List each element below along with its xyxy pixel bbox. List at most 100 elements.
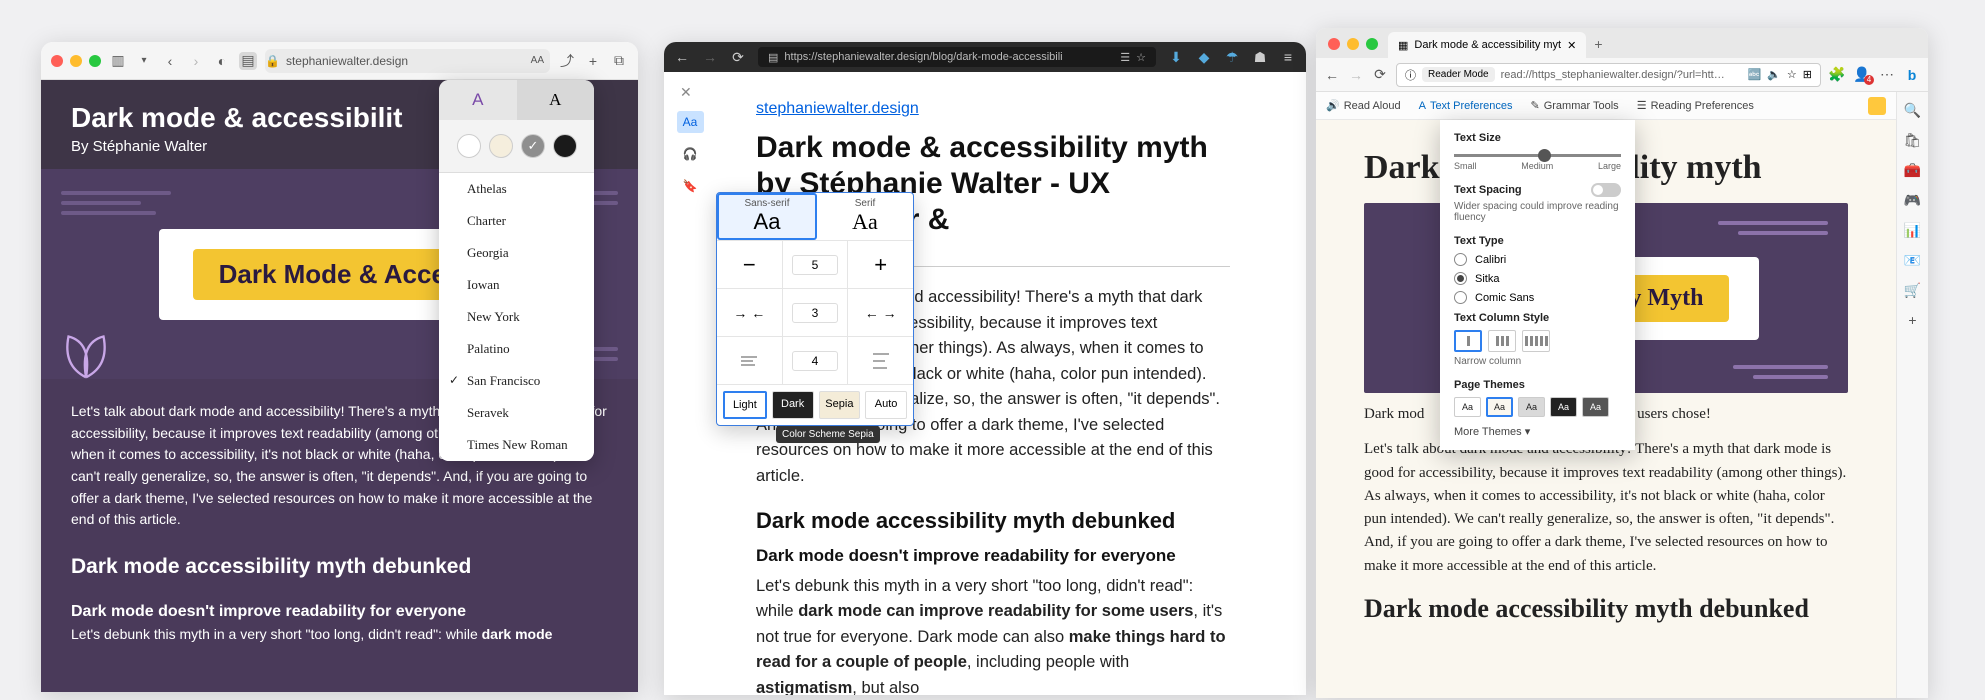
extension-icon[interactable]: ☗ <box>1252 49 1268 65</box>
back-icon[interactable]: ‹ <box>161 52 179 70</box>
menu-icon[interactable]: ≡ <box>1280 49 1296 65</box>
add-icon[interactable]: + <box>1905 312 1921 328</box>
font-radio-calibri[interactable]: Calibri <box>1454 253 1621 266</box>
bg-color-swatch[interactable] <box>489 134 513 158</box>
reader-mode-pill[interactable]: Reader Mode <box>1422 67 1495 82</box>
browser-tab[interactable]: ▦ Dark mode & accessibility myt ✕ <box>1388 32 1586 58</box>
theme-dark-button[interactable]: Dark <box>772 391 814 419</box>
theme-swatch[interactable]: Aa <box>1550 397 1577 417</box>
address-bar[interactable]: ▤ https://stephaniewalter.design/blog/da… <box>758 47 1156 67</box>
looser-button[interactable] <box>848 337 913 384</box>
minimize-icon[interactable] <box>70 55 82 67</box>
theme-swatch[interactable]: Aa <box>1454 397 1481 417</box>
read-aloud-button[interactable]: 🔊Read Aloud <box>1326 99 1401 112</box>
close-icon[interactable] <box>51 55 63 67</box>
col-medium-button[interactable] <box>1488 330 1516 352</box>
tighter-button[interactable] <box>717 337 783 384</box>
save-button[interactable]: 🔖 <box>677 175 704 197</box>
profile-icon[interactable]: 👤4 <box>1854 67 1870 83</box>
star-icon[interactable]: ☆ <box>1787 68 1797 81</box>
new-tab-icon[interactable]: + <box>1586 36 1610 58</box>
col-narrow-button[interactable] <box>1454 330 1482 352</box>
bing-icon[interactable]: b <box>1904 67 1920 83</box>
menu-icon[interactable]: ⋯ <box>1879 67 1895 83</box>
spacing-toggle[interactable] <box>1591 183 1621 197</box>
font-radio-comic-sans[interactable]: Comic Sans <box>1454 291 1621 304</box>
font-option[interactable]: Palatino <box>439 333 594 365</box>
bg-color-swatch[interactable] <box>553 134 577 158</box>
wider-button[interactable]: ← → <box>848 289 913 336</box>
cart-icon[interactable]: 🛒 <box>1905 282 1921 298</box>
increase-size-button[interactable]: + <box>848 241 913 288</box>
new-tab-icon[interactable]: + <box>584 52 602 70</box>
maximize-icon[interactable] <box>89 55 101 67</box>
forward-icon[interactable]: → <box>702 49 718 65</box>
close-tab-icon[interactable]: ✕ <box>1567 39 1576 52</box>
shopping-icon[interactable]: 🛍 <box>1905 132 1921 148</box>
tab-serif[interactable]: A <box>517 80 595 120</box>
contrast-icon[interactable]: ◐ <box>213 52 231 70</box>
translate-icon[interactable]: 🔤 <box>1748 68 1762 81</box>
share-icon[interactable]: ⤴ <box>558 52 576 70</box>
read-aloud-icon[interactable]: 🔈 <box>1767 68 1781 81</box>
maximize-icon[interactable] <box>1366 38 1378 50</box>
text-size-icon[interactable]: AA <box>531 55 544 66</box>
grammar-tools-button[interactable]: ✎Grammar Tools <box>1530 99 1618 112</box>
info-icon[interactable]: ⓘ <box>1405 67 1416 83</box>
decrease-size-button[interactable]: − <box>717 241 783 288</box>
close-icon[interactable] <box>1328 38 1340 50</box>
back-icon[interactable]: ← <box>674 49 690 65</box>
reading-preferences-button[interactable]: ☰Reading Preferences <box>1637 99 1754 112</box>
theme-swatch[interactable]: Aa <box>1518 397 1545 417</box>
col-wide-button[interactable] <box>1522 330 1550 352</box>
back-icon[interactable]: ← <box>1324 67 1340 83</box>
font-serif-button[interactable]: Serif Aa <box>817 193 913 240</box>
download-icon[interactable]: ⬇ <box>1168 49 1184 65</box>
translate-icon[interactable]: ☰ <box>1120 51 1130 64</box>
text-size-slider[interactable] <box>1454 154 1621 157</box>
forward-icon[interactable]: › <box>187 52 205 70</box>
listen-button[interactable]: 🎧 <box>677 143 704 165</box>
text-preferences-button[interactable]: AText Preferences <box>1419 100 1513 112</box>
office-icon[interactable]: 📊 <box>1905 222 1921 238</box>
font-option[interactable]: Charter <box>439 205 594 237</box>
extension-icon[interactable]: 🧩 <box>1829 67 1845 83</box>
theme-sepia-button[interactable]: Sepia <box>819 391 861 419</box>
address-bar[interactable]: ⓘ Reader Mode read://https_stephaniewalt… <box>1396 63 1821 87</box>
theme-auto-button[interactable]: Auto <box>865 391 907 419</box>
font-option[interactable]: San Francisco <box>439 365 594 397</box>
reader-icon[interactable]: ▤ <box>239 52 257 70</box>
reload-icon[interactable]: ⟳ <box>1372 67 1388 83</box>
theme-light-button[interactable]: Light <box>723 391 767 419</box>
tab-sans[interactable]: A <box>439 80 517 120</box>
tabs-icon[interactable]: ⧉ <box>610 52 628 70</box>
address-bar[interactable]: 🔒 stephaniewalter.design AA <box>265 49 550 73</box>
more-themes-button[interactable]: More Themes ▾ <box>1454 425 1621 438</box>
font-option[interactable]: New York <box>439 301 594 333</box>
outlook-icon[interactable]: 📧 <box>1905 252 1921 268</box>
games-icon[interactable]: 🎮 <box>1905 192 1921 208</box>
sidebar-icon[interactable]: ▥ <box>109 52 127 70</box>
bg-color-swatch[interactable] <box>457 134 481 158</box>
tools-icon[interactable]: 🧰 <box>1905 162 1921 178</box>
minimize-icon[interactable] <box>1347 38 1359 50</box>
font-radio-sitka[interactable]: Sitka <box>1454 272 1621 285</box>
shield-icon[interactable]: ◆ <box>1196 49 1212 65</box>
font-option[interactable]: Times New Roman <box>439 429 594 461</box>
close-icon[interactable]: ✕ <box>664 72 716 101</box>
narrower-button[interactable]: → ← <box>717 289 783 336</box>
bookmark-icon[interactable]: ☆ <box>1136 51 1146 64</box>
forward-icon[interactable]: → <box>1348 67 1364 83</box>
extension-icon[interactable]: ☂ <box>1224 49 1240 65</box>
pin-icon[interactable] <box>1868 97 1886 115</box>
bg-color-swatch[interactable] <box>521 134 545 158</box>
theme-swatch[interactable]: Aa <box>1582 397 1609 417</box>
font-option[interactable]: Iowan <box>439 269 594 301</box>
reload-icon[interactable]: ⟳ <box>730 49 746 65</box>
type-controls-button[interactable]: Aa <box>677 111 704 133</box>
theme-swatch[interactable]: Aa <box>1486 397 1513 417</box>
chevron-down-icon[interactable]: ▾ <box>135 52 153 70</box>
search-icon[interactable]: 🔍 <box>1905 102 1921 118</box>
font-option[interactable]: Seravek <box>439 397 594 429</box>
collections-icon[interactable]: ⊞ <box>1803 68 1812 81</box>
